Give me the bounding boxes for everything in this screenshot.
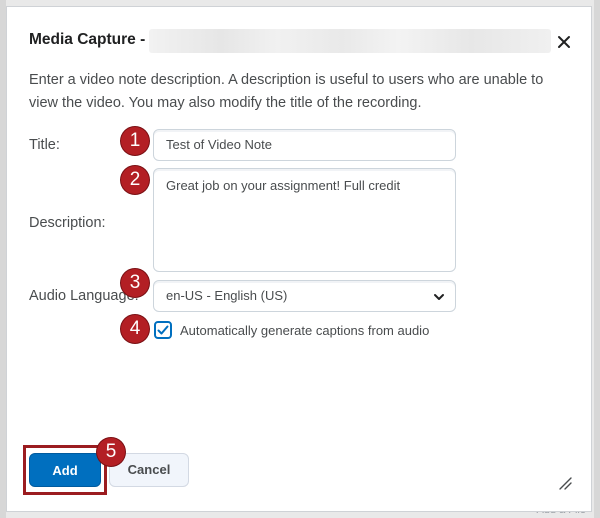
- audio-language-select[interactable]: en-US - English (US): [153, 280, 456, 312]
- annotation-badge-3: 3: [121, 269, 149, 297]
- checkmark-icon: [157, 325, 169, 335]
- description-label: Description:: [29, 215, 106, 231]
- dialog-title: Media Capture -: [29, 31, 146, 48]
- dialog-titlebar: Media Capture -: [7, 7, 591, 69]
- captions-checkbox-label: Automatically generate captions from aud…: [180, 323, 430, 338]
- instructions-text: Enter a video note description. A descri…: [29, 72, 544, 111]
- blurred-title-suffix: [149, 29, 551, 53]
- close-button[interactable]: [555, 33, 573, 51]
- title-label: Title:: [29, 137, 60, 153]
- add-button[interactable]: Add: [29, 453, 101, 487]
- page-background-right: [594, 0, 600, 518]
- close-icon: [558, 36, 570, 48]
- title-input[interactable]: Test of Video Note: [153, 129, 456, 161]
- annotation-badge-2: 2: [121, 166, 149, 194]
- resize-handle-icon[interactable]: [558, 476, 572, 490]
- chevron-down-icon: [434, 294, 444, 300]
- annotation-badge-1: 1: [121, 127, 149, 155]
- media-capture-dialog: Media Capture - Enter a video note descr…: [6, 6, 592, 512]
- captions-checkbox[interactable]: [154, 321, 172, 339]
- description-textarea[interactable]: Great job on your assignment! Full credi…: [153, 168, 456, 272]
- audio-language-value: en-US - English (US): [166, 288, 288, 303]
- annotation-badge-4: 4: [121, 315, 149, 343]
- annotation-badge-5: 5: [97, 438, 125, 466]
